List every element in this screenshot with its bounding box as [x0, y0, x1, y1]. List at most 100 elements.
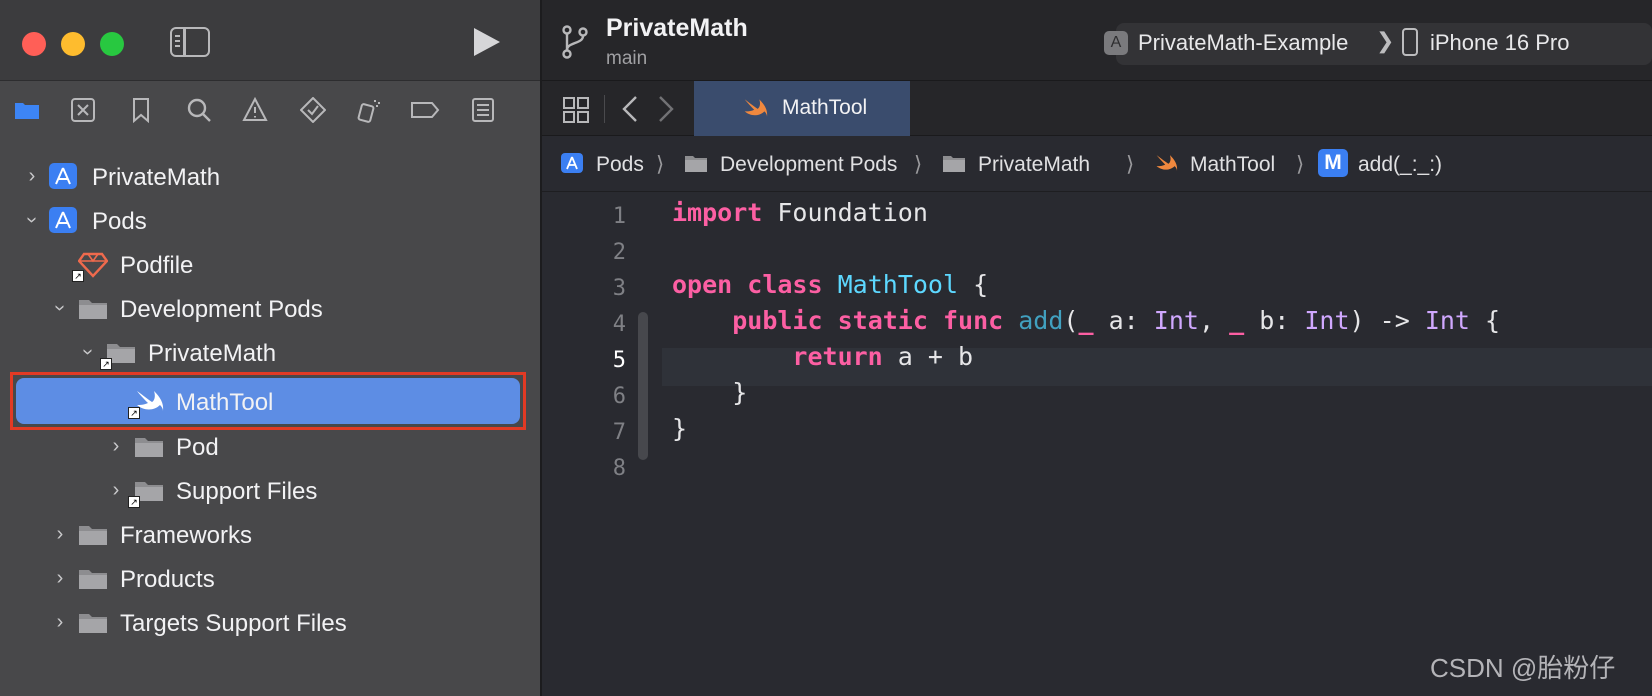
tree-item-development-pods[interactable]: › Development Pods [0, 286, 540, 330]
tree-item-label: Products [120, 566, 215, 593]
ruby-icon: ↗ [72, 250, 109, 282]
code-token: } [672, 414, 688, 443]
bookmark-icon[interactable] [128, 97, 154, 124]
tree-item-support-files[interactable]: › ↗ Support Files [0, 468, 540, 512]
debug-icon[interactable] [356, 97, 382, 123]
alias-arrow-icon: ↗ [100, 358, 112, 370]
report-icon[interactable] [470, 97, 496, 123]
search-icon[interactable] [186, 97, 212, 123]
sidebar-toggle-icon[interactable] [170, 27, 210, 57]
code-token: _ [1078, 306, 1094, 335]
run-button[interactable] [474, 28, 500, 56]
line-number: 3 [612, 276, 626, 301]
minimize-window-button[interactable] [61, 32, 85, 56]
code-folding-ribbon[interactable] [638, 312, 648, 460]
back-arrow-icon[interactable] [618, 93, 644, 125]
chevron-right-icon[interactable]: › [50, 524, 70, 544]
xcode-project-icon [560, 152, 584, 174]
warning-icon[interactable] [242, 96, 268, 123]
method-badge-icon: M [1318, 149, 1348, 177]
chevron-right-icon[interactable]: › [50, 568, 70, 588]
chevron-right-icon[interactable]: › [22, 166, 42, 186]
code-token: import [672, 198, 763, 227]
chevron-right-icon[interactable]: › [106, 436, 126, 456]
code-token: Int [1153, 306, 1199, 335]
zoom-window-button[interactable] [100, 32, 124, 56]
tree-item-products[interactable]: › Products [0, 556, 540, 600]
tree-item-label: Podfile [120, 252, 194, 279]
folder-icon [134, 432, 164, 460]
code-line-5: return a + b [672, 342, 973, 371]
chevron-right-icon[interactable]: › [50, 612, 70, 632]
breadcrumb-separator: ⟩ [1126, 153, 1135, 176]
code-token: ) [1349, 306, 1365, 335]
folder-icon [78, 608, 108, 636]
navigator-selector-bar [0, 80, 540, 136]
tree-item-targets-support-files[interactable]: › Targets Support Files [0, 600, 540, 644]
tree-item-privatemath-folder[interactable]: › ↗ PrivateMath [0, 330, 540, 374]
tree-item-label: Support Files [176, 478, 318, 505]
tree-item-pods-project[interactable]: › Pods [0, 198, 540, 242]
breadcrumb-item[interactable]: Development Pods [720, 153, 897, 177]
tree-item-privatemath-project[interactable]: › PrivateMath [0, 154, 540, 198]
iphone-icon [1402, 28, 1418, 56]
breadcrumb-item[interactable]: add(_:_:) [1358, 153, 1442, 177]
breakpoint-icon[interactable] [410, 97, 440, 123]
chevron-down-icon[interactable]: › [49, 298, 71, 318]
tree-item-podfile[interactable]: ↗ Podfile [0, 242, 540, 286]
code-token: MathTool [837, 270, 959, 299]
scheme-target-name[interactable]: PrivateMath-Example [1138, 30, 1348, 56]
breadcrumb-item[interactable]: PrivateMath [978, 153, 1090, 177]
related-items-grid-icon[interactable] [562, 96, 590, 124]
folder-icon[interactable] [14, 97, 40, 123]
swift-icon [742, 96, 768, 120]
breadcrumb-item[interactable]: Pods [596, 153, 644, 177]
branch-name: main [606, 48, 648, 69]
chevron-right-icon[interactable]: › [106, 480, 126, 500]
tree-item-frameworks[interactable]: › Frameworks [0, 512, 540, 556]
tree-item-label: Development Pods [120, 296, 323, 323]
breadcrumb-separator: ⟩ [914, 153, 923, 176]
close-window-button[interactable] [22, 32, 46, 56]
code-token: public [732, 306, 823, 335]
tree-item-mathtool[interactable]: ↗ MathTool [0, 379, 540, 423]
folder-icon [942, 152, 966, 174]
tree-item-label: MathTool [176, 389, 274, 416]
tree-item-pod[interactable]: › Pod [0, 424, 540, 468]
code-token: Int [1424, 306, 1470, 335]
forward-arrow-icon[interactable] [652, 93, 678, 125]
code-token: class [747, 270, 823, 299]
tab-mathtool[interactable]: MathTool [694, 81, 910, 136]
folder-icon: ↗ [100, 338, 136, 370]
test-icon[interactable] [299, 96, 327, 124]
tree-item-label: Frameworks [120, 522, 253, 549]
code-editor[interactable]: 1 2 3 4 5 6 7 8 import Foundation open c… [542, 192, 1652, 696]
code-token: { [1485, 306, 1501, 335]
code-line-6: } [672, 378, 747, 407]
breadcrumb-item[interactable]: MathTool [1190, 153, 1275, 177]
xcode-project-icon [48, 162, 78, 190]
folder-icon: ↗ [128, 476, 164, 508]
branch-icon [560, 24, 590, 60]
code-token: } [732, 378, 748, 407]
line-number: 7 [612, 420, 626, 445]
app-target-icon: A [1104, 31, 1128, 55]
chevron-down-icon[interactable]: › [21, 210, 43, 230]
alias-arrow-icon: ↗ [128, 496, 140, 508]
source-control-icon[interactable] [70, 97, 96, 123]
project-title: PrivateMath [606, 14, 748, 42]
line-number: 8 [612, 456, 626, 481]
run-destination[interactable]: iPhone 16 Pro [1430, 30, 1569, 56]
code-token: return [792, 342, 883, 371]
chevron-down-icon[interactable]: › [77, 342, 99, 362]
editor-toolbar: PrivateMath main A PrivateMath-Example ❯… [542, 0, 1652, 80]
line-number: 4 [612, 312, 626, 337]
